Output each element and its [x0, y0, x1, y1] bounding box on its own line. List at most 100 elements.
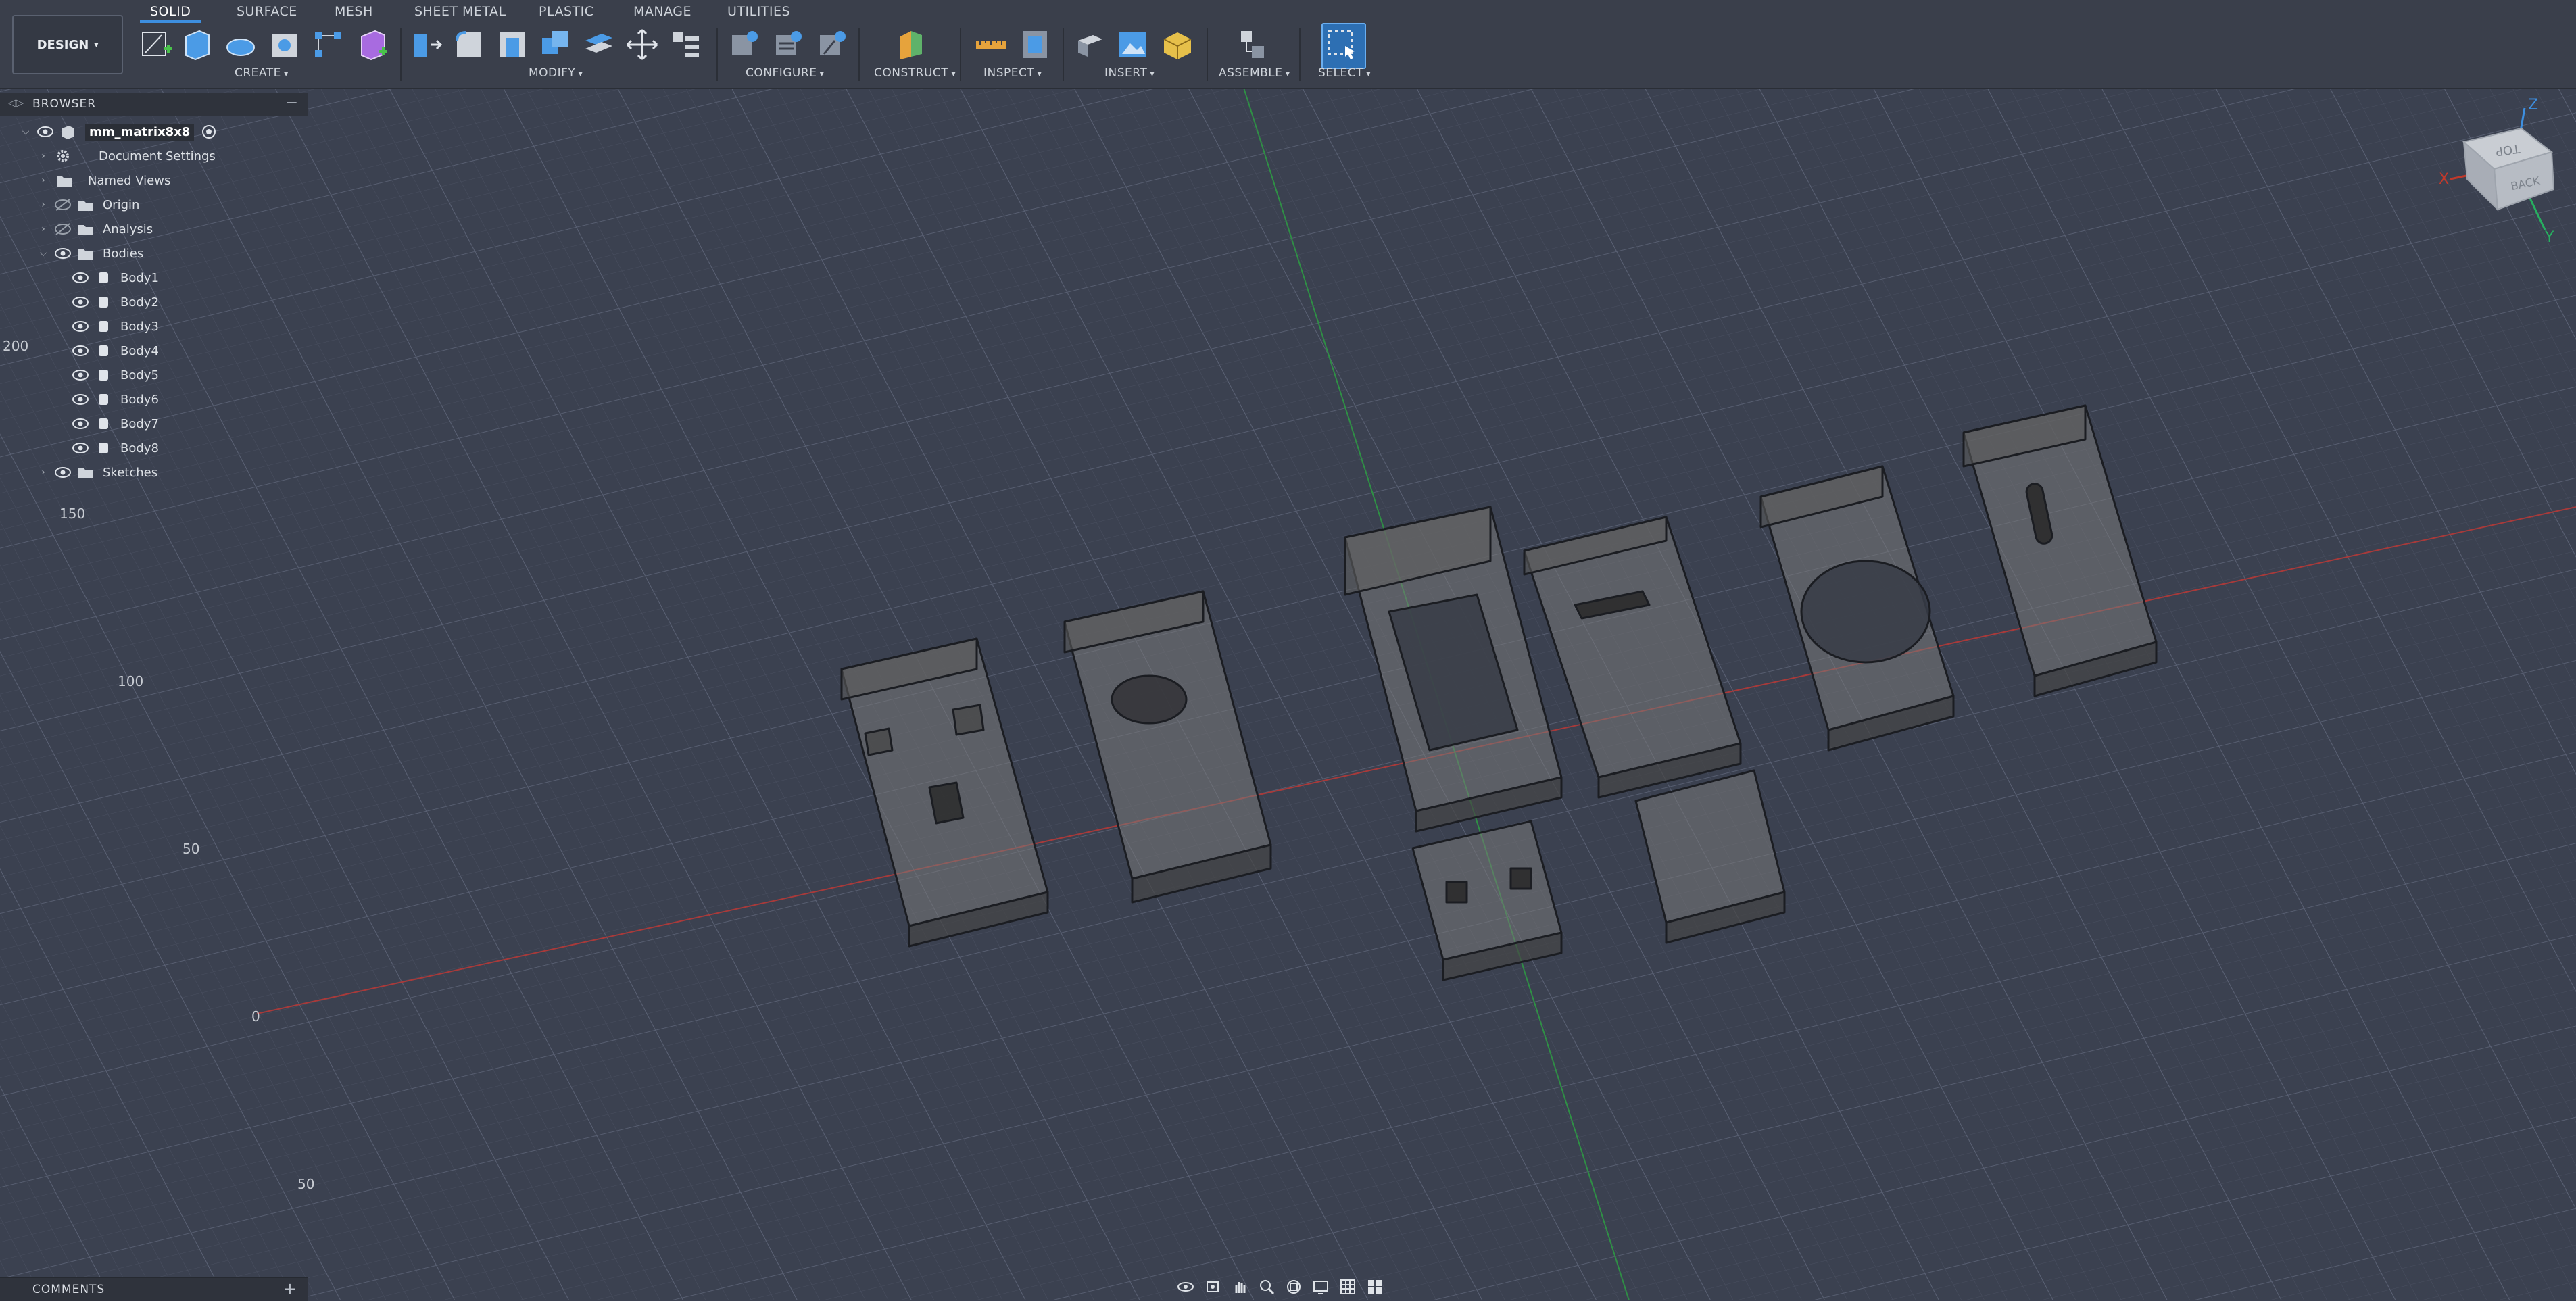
create-form-icon[interactable] [355, 27, 390, 62]
select-icon[interactable] [1325, 27, 1360, 62]
insert-mesh-icon[interactable] [1160, 27, 1195, 62]
workspace-switcher[interactable]: DESIGN ▾ [12, 15, 123, 74]
tab-plastic[interactable]: PLASTIC [539, 4, 594, 19]
eye-icon[interactable] [72, 393, 89, 406]
measure-icon[interactable] [973, 27, 1008, 62]
group-create[interactable]: CREATE [235, 66, 289, 80]
pattern-icon[interactable] [311, 27, 346, 62]
group-inspect[interactable]: INSPECT [983, 66, 1042, 80]
configure-table-icon[interactable] [727, 27, 762, 62]
chevron-right-icon[interactable]: › [37, 224, 50, 235]
group-select[interactable]: SELECT [1318, 66, 1371, 80]
browser-body-1[interactable]: Body1 [68, 266, 159, 289]
browser-body-7[interactable]: Body7 [68, 412, 159, 435]
section-analysis-icon[interactable] [1017, 27, 1052, 62]
browser-body-2[interactable]: Body2 [68, 291, 159, 314]
offset-face-icon[interactable] [581, 27, 616, 62]
viewports-icon[interactable] [1366, 1278, 1384, 1296]
press-pull-icon[interactable] [408, 27, 443, 62]
navigation-bar [1173, 1275, 1420, 1299]
eye-icon[interactable] [72, 271, 89, 285]
workspace-label: DESIGN [37, 37, 89, 52]
fit-icon[interactable] [1285, 1278, 1303, 1296]
extrude-icon[interactable] [179, 27, 214, 62]
active-tab-indicator [140, 20, 201, 23]
minimize-icon[interactable]: − [286, 95, 298, 112]
browser-root[interactable]: ⌵ mm_matrix8x8 [19, 120, 217, 143]
browser-folder-bodies[interactable]: ⌵ Bodies [37, 242, 144, 265]
eye-hidden-icon[interactable] [54, 198, 72, 212]
configure-rule-icon[interactable] [771, 27, 806, 62]
look-at-icon[interactable] [1204, 1278, 1221, 1296]
hole-icon[interactable] [267, 27, 302, 62]
eye-icon[interactable] [72, 441, 89, 455]
browser-body-5[interactable]: Body5 [68, 364, 159, 387]
comments-panel[interactable]: COMMENTS + [0, 1277, 308, 1301]
eye-icon[interactable] [54, 247, 72, 260]
zoom-icon[interactable] [1258, 1278, 1275, 1296]
group-modify[interactable]: MODIFY [529, 66, 583, 80]
body-icon [99, 297, 108, 308]
fillet-icon[interactable] [452, 27, 487, 62]
activate-radio-icon[interactable] [201, 124, 217, 140]
browser-folder-sketches[interactable]: › Sketches [37, 461, 157, 484]
body-icon [99, 418, 108, 429]
grid-settings-icon[interactable] [1339, 1278, 1357, 1296]
eye-icon[interactable] [72, 295, 89, 309]
eye-icon[interactable] [72, 417, 89, 431]
chevron-down-icon[interactable]: ⌵ [19, 126, 32, 137]
browser-folder-document-settings[interactable]: › Document Settings [37, 145, 216, 168]
pan-icon[interactable] [1231, 1278, 1248, 1296]
tab-sheet-metal[interactable]: SHEET METAL [414, 4, 506, 19]
assemble-joint-icon[interactable] [1234, 27, 1269, 62]
folder-label: Analysis [103, 222, 153, 237]
add-comment-icon[interactable]: + [283, 1279, 297, 1298]
insert-derive-icon[interactable] [1073, 27, 1108, 62]
configure-theme-icon[interactable] [815, 27, 850, 62]
revolve-icon[interactable] [223, 27, 258, 62]
browser-folder-analysis[interactable]: › Analysis [37, 218, 153, 241]
folder-icon [78, 201, 93, 211]
collapse-panel-icon[interactable]: ◁▷ [8, 97, 24, 109]
tab-surface[interactable]: SURFACE [237, 4, 297, 19]
move-icon[interactable] [625, 27, 660, 62]
construct-plane-icon[interactable] [894, 27, 929, 62]
group-configure[interactable]: CONFIGURE [746, 66, 824, 80]
eye-icon[interactable] [72, 368, 89, 382]
browser-folder-named-views[interactable]: › Named Views [37, 169, 170, 192]
eye-hidden-icon[interactable] [54, 222, 72, 236]
group-assemble[interactable]: ASSEMBLE [1219, 66, 1290, 80]
tab-solid[interactable]: SOLID [150, 4, 191, 19]
grid-label-neg-50: 50 [297, 1176, 315, 1192]
browser-body-6[interactable]: Body6 [68, 388, 159, 411]
display-settings-icon[interactable] [1312, 1278, 1330, 1296]
viewcube[interactable]: TOP BACK Z X Y [2433, 95, 2569, 250]
viewport[interactable] [0, 0, 2576, 1300]
eye-icon[interactable] [72, 320, 89, 333]
eye-icon[interactable] [72, 344, 89, 358]
combine-icon[interactable] [538, 27, 573, 62]
create-sketch-icon[interactable] [139, 27, 174, 62]
orbit-icon[interactable] [1177, 1278, 1194, 1296]
chevron-right-icon[interactable]: › [37, 199, 50, 210]
browser-header[interactable]: ◁▷ BROWSER − [0, 93, 308, 116]
chevron-right-icon[interactable]: › [37, 151, 50, 162]
browser-body-8[interactable]: Body8 [68, 437, 159, 460]
folder-icon [78, 249, 93, 260]
tab-mesh[interactable]: MESH [335, 4, 373, 19]
eye-icon[interactable] [54, 466, 72, 479]
tab-manage[interactable]: MANAGE [633, 4, 691, 19]
chevron-down-icon[interactable]: ⌵ [37, 248, 50, 259]
browser-folder-origin[interactable]: › Origin [37, 193, 139, 216]
browser-body-3[interactable]: Body3 [68, 315, 159, 338]
shell-icon[interactable] [495, 27, 530, 62]
tab-utilities[interactable]: UTILITIES [727, 4, 790, 19]
chevron-right-icon[interactable]: › [37, 175, 50, 186]
insert-canvas-icon[interactable] [1115, 27, 1150, 62]
browser-body-4[interactable]: Body4 [68, 339, 159, 362]
group-insert[interactable]: INSERT [1104, 66, 1155, 80]
chevron-right-icon[interactable]: › [37, 467, 50, 478]
eye-icon[interactable] [37, 125, 54, 139]
group-construct[interactable]: CONSTRUCT [874, 66, 956, 80]
physical-material-icon[interactable] [668, 27, 703, 62]
